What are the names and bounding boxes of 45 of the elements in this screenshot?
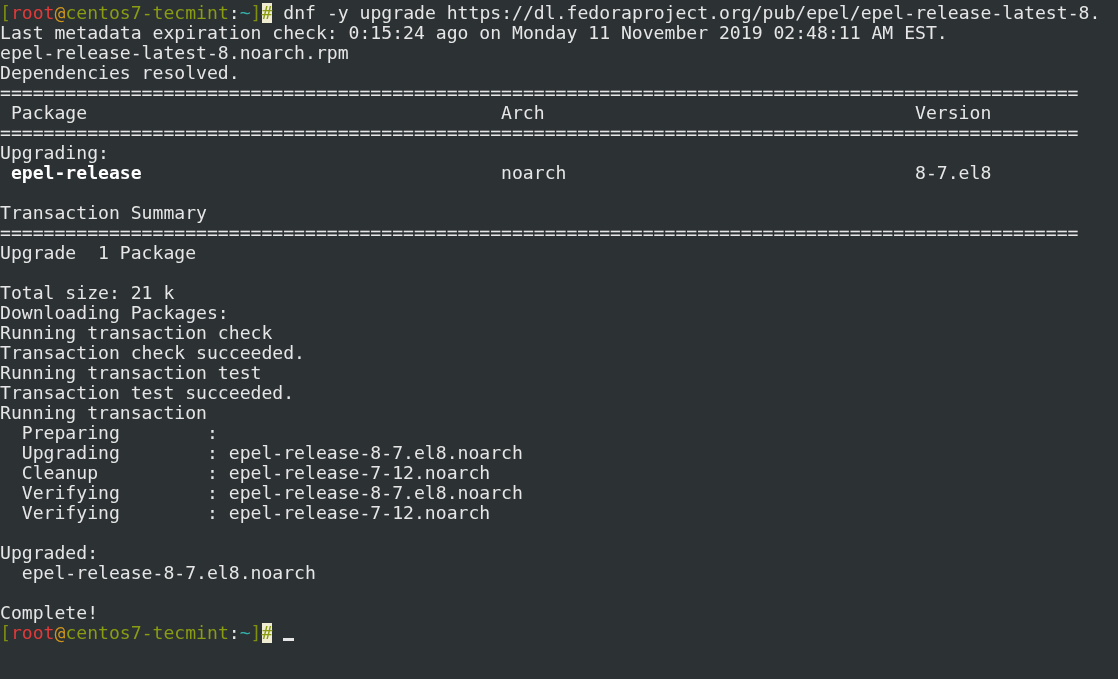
output-line: Upgrade 1 Package (0, 243, 197, 263)
output-line: Running transaction (0, 403, 207, 423)
output-line: Running transaction test (0, 363, 262, 383)
output-line: Verifying : epel-release-8-7.el8.noarch (20, 483, 523, 503)
prompt-host: centos7-tecmint (65, 3, 229, 23)
output-line: Verifying : epel-release-7-12.noarch (20, 503, 491, 523)
output-line: Upgrading: (0, 143, 109, 163)
table-cell-text: Arch (501, 103, 546, 123)
prompt-user: root (10, 623, 55, 643)
command-text: dnf -y upgrade https://dl.fedoraproject.org/pub/epel/epel-release-latest-8. (282, 3, 1101, 23)
prompt-user: root (10, 3, 55, 23)
table-cell-text: 8-7.el8 (915, 163, 993, 183)
prompt-at: @ (54, 623, 66, 643)
output-line: Total size: 21 k (0, 283, 175, 303)
output-line: Transaction Summary (0, 203, 207, 223)
output-line: Transaction check succeeded. (0, 343, 305, 363)
prompt-bracket: [ (0, 623, 11, 643)
output-line: epel-release-8-7.el8.noarch (21, 563, 316, 583)
output-line: Last metadata expiration check: 0:15:24 ago on Monday 11 November 2019 02:48:11 AM EST. (0, 23, 948, 43)
table-cell-text: epel-release (10, 163, 143, 183)
output-line: Dependencies resolved. (0, 63, 240, 83)
prompt-path: ~ (239, 623, 251, 643)
prompt-at: @ (54, 3, 66, 23)
table-cell-text: Package (10, 103, 89, 123)
output-line: Cleanup : epel-release-7-12.noarch (20, 463, 491, 483)
prompt-bracket: ] (250, 623, 262, 643)
output-line: Downloading Packages: (0, 303, 229, 323)
prompt-path: ~ (239, 3, 251, 23)
prompt-colon: : (228, 623, 240, 643)
prompt-bracket: [ (0, 3, 11, 23)
output-line: Upgraded: (0, 543, 99, 563)
table-cell-text: Version (915, 103, 993, 123)
prompt-host: centos7-tecmint (65, 623, 229, 643)
output-line: Running transaction check (0, 323, 273, 343)
output-line: Complete! (0, 603, 99, 623)
table-cell-text: noarch (501, 163, 568, 183)
separator-line: =================================================================================================== (0, 123, 1079, 143)
separator-line: =================================================================================================== (0, 223, 1079, 243)
output-line: epel-release-latest-8.noarch.rpm (0, 43, 349, 63)
output-line: Transaction test succeeded. (0, 383, 295, 403)
prompt-bracket: ] (250, 3, 262, 23)
output-line: Preparing : (21, 423, 218, 443)
separator-line: =================================================================================================== (0, 83, 1079, 103)
prompt-colon: : (228, 3, 240, 23)
output-line: Upgrading : epel-release-8-7.el8.noarch (20, 443, 523, 463)
